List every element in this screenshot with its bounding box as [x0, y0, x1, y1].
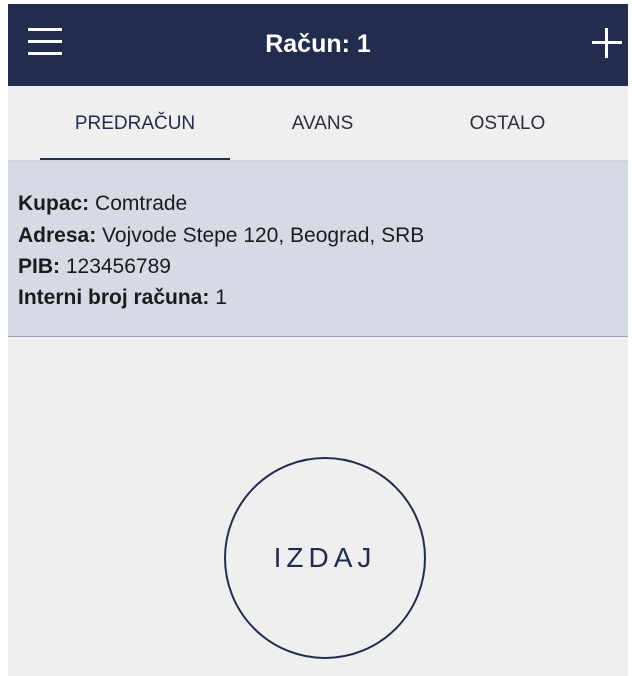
- internal-number-value: 1: [215, 286, 227, 309]
- customer-line: Kupac: Comtrade: [18, 192, 187, 216]
- internal-number-line: Interni broj računa: 1: [18, 286, 227, 310]
- pib-label: PIB:: [18, 255, 60, 278]
- top-app-bar: Račun: 1: [8, 4, 628, 86]
- customer-info-panel: Kupac: Comtrade Adresa: Vojvode Stepe 12…: [8, 162, 628, 337]
- customer-label: Kupac:: [18, 192, 90, 215]
- internal-number-label: Interni broj računa:: [18, 286, 210, 309]
- address-value: Vojvode Stepe 120, Beograd, SRB: [102, 224, 425, 247]
- tab-ostalo[interactable]: OSTALO: [415, 86, 600, 162]
- app-screen: Račun: 1 PREDRAČUN AVANS OSTALO Kupac: C…: [8, 4, 628, 676]
- tab-predracun[interactable]: PREDRAČUN: [40, 86, 230, 162]
- plus-icon[interactable]: [592, 28, 622, 58]
- address-line: Adresa: Vojvode Stepe 120, Beograd, SRB: [18, 224, 424, 248]
- issue-button[interactable]: IZDAJ: [224, 457, 426, 659]
- pib-line: PIB: 123456789: [18, 255, 171, 279]
- customer-value: Comtrade: [95, 192, 188, 215]
- tab-avans[interactable]: AVANS: [230, 86, 415, 162]
- page-title: Račun: 1: [265, 30, 371, 58]
- address-label: Adresa:: [18, 224, 97, 247]
- tab-bar: PREDRAČUN AVANS OSTALO: [8, 86, 628, 162]
- pib-value: 123456789: [65, 255, 171, 278]
